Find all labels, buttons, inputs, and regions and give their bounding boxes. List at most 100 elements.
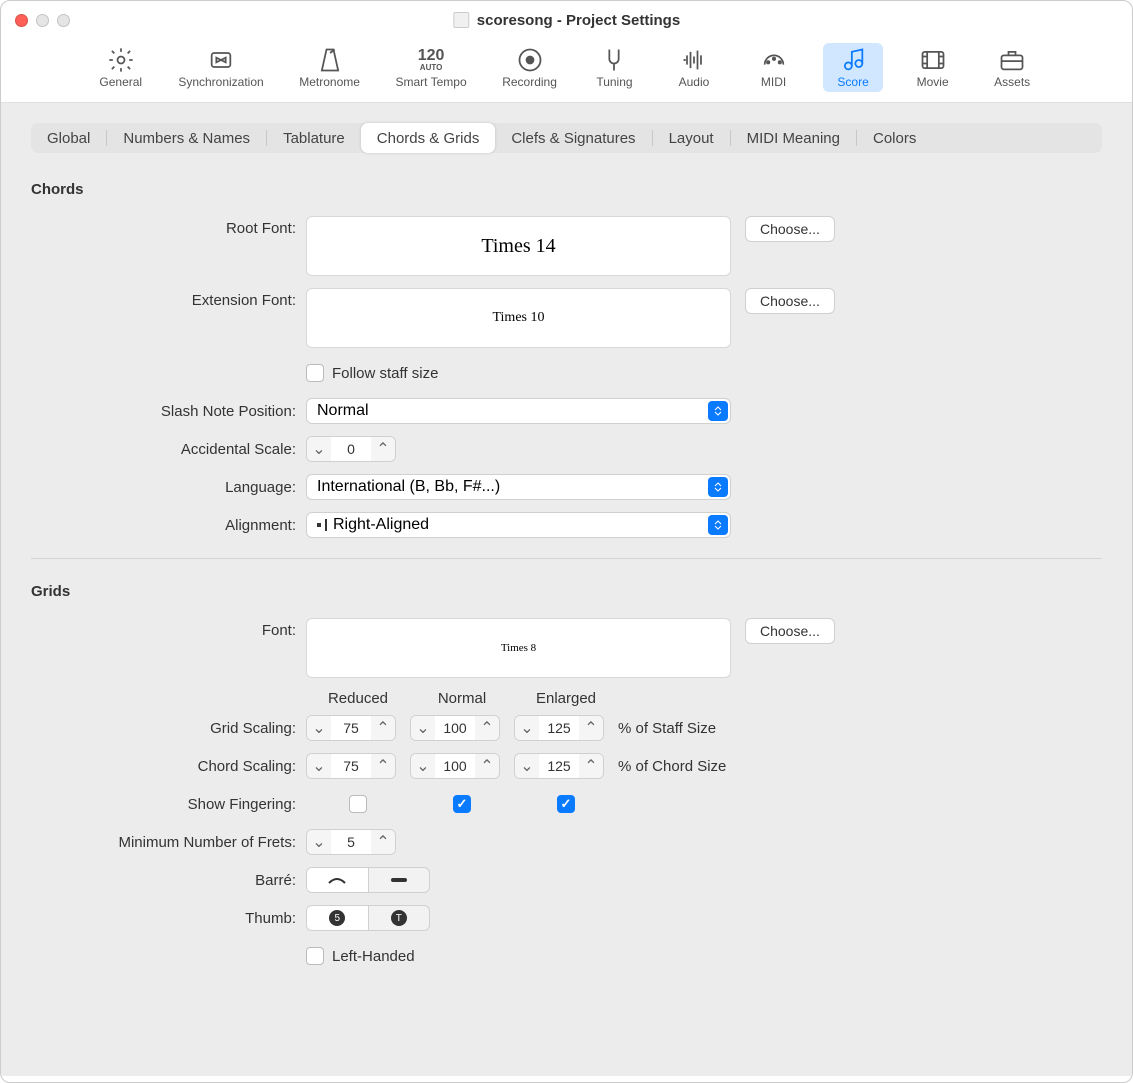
score-subtabs: Global Numbers & Names Tablature Chords … — [31, 123, 1102, 153]
dropdown-arrows-icon — [708, 515, 728, 535]
toolbar-audio[interactable]: Audio — [664, 43, 724, 92]
grids-section-title: Grids — [31, 583, 1102, 600]
zoom-window-button[interactable] — [57, 14, 70, 27]
barre-label: Barré: — [31, 872, 306, 889]
follow-staff-size-checkbox[interactable] — [306, 364, 324, 382]
show-fingering-reduced-checkbox[interactable] — [349, 795, 367, 813]
subtab-colors[interactable]: Colors — [857, 123, 932, 153]
show-fingering-enlarged-checkbox[interactable] — [557, 795, 575, 813]
root-font-choose-button[interactable]: Choose... — [745, 216, 835, 242]
waveform-icon — [680, 46, 708, 74]
titlebar: scoresong - Project Settings — [1, 1, 1132, 39]
close-window-button[interactable] — [15, 14, 28, 27]
barre-bar-option[interactable] — [369, 868, 430, 892]
minimize-window-button[interactable] — [36, 14, 49, 27]
thumb-5-option[interactable]: 5 — [307, 906, 369, 930]
grids-font-preview: Times 8 — [306, 618, 731, 678]
toolbar-metronome[interactable]: Metronome — [291, 43, 368, 92]
grids-font-label: Font: — [31, 618, 306, 639]
toolbar-recording[interactable]: Recording — [494, 43, 565, 92]
left-handed-checkbox[interactable] — [306, 947, 324, 965]
root-font-preview: Times 14 — [306, 216, 731, 276]
barre-segment[interactable] — [306, 867, 430, 893]
barre-arc-icon — [327, 875, 347, 885]
min-frets-stepper[interactable]: ⌄5⌃ — [306, 829, 396, 855]
alignment-select[interactable]: Right-Aligned — [306, 512, 731, 538]
subtab-layout[interactable]: Layout — [653, 123, 730, 153]
toolbar-midi[interactable]: MIDI — [744, 43, 804, 92]
score-icon — [839, 46, 867, 74]
show-fingering-normal-checkbox[interactable] — [453, 795, 471, 813]
midi-icon — [760, 46, 788, 74]
subtab-clefs-signatures[interactable]: Clefs & Signatures — [495, 123, 651, 153]
toolbar-smart-tempo[interactable]: 120 AUTO Smart Tempo — [388, 43, 475, 92]
barre-bar-icon — [389, 875, 409, 885]
record-icon — [516, 46, 544, 74]
grid-scaling-reduced-stepper[interactable]: ⌄75⌃ — [306, 715, 396, 741]
metronome-icon — [316, 46, 344, 74]
subtab-global[interactable]: Global — [31, 123, 106, 153]
thumb-label: Thumb: — [31, 910, 306, 927]
root-font-label: Root Font: — [31, 216, 306, 237]
alignment-label: Alignment: — [31, 517, 306, 534]
stepper-increment-icon[interactable]: ⌃ — [371, 437, 395, 461]
extension-font-choose-button[interactable]: Choose... — [745, 288, 835, 314]
grids-font-choose-button[interactable]: Choose... — [745, 618, 835, 644]
smart-tempo-icon: 120 AUTO — [417, 46, 445, 74]
min-frets-label: Minimum Number of Frets: — [31, 834, 306, 851]
toolbar-general[interactable]: General — [91, 43, 151, 92]
extension-font-preview: Times 10 — [306, 288, 731, 348]
window-title: scoresong - Project Settings — [477, 12, 680, 29]
thumb-segment[interactable]: 5 T — [306, 905, 430, 931]
chord-scaling-normal-stepper[interactable]: ⌄100⌃ — [410, 753, 500, 779]
sync-icon — [207, 46, 235, 74]
gear-icon — [107, 46, 135, 74]
movie-icon — [919, 46, 947, 74]
toolbar-movie[interactable]: Movie — [903, 43, 963, 92]
chords-section-title: Chords — [31, 181, 1102, 198]
slash-note-position-label: Slash Note Position: — [31, 403, 306, 420]
project-settings-window: scoresong - Project Settings General Syn… — [0, 0, 1133, 1083]
grid-scaling-normal-stepper[interactable]: ⌄100⌃ — [410, 715, 500, 741]
section-divider — [31, 558, 1102, 559]
grid-scaling-suffix: % of Staff Size — [618, 720, 716, 737]
toolbar-synchronization[interactable]: Synchronization — [170, 43, 271, 92]
dropdown-arrows-icon — [708, 477, 728, 497]
accidental-scale-stepper[interactable]: ⌄ 0 ⌃ — [306, 436, 396, 462]
chord-scaling-suffix: % of Chord Size — [618, 758, 726, 775]
traffic-lights — [15, 14, 70, 27]
window-title-wrap: scoresong - Project Settings — [453, 12, 680, 29]
subtab-chords-grids[interactable]: Chords & Grids — [361, 123, 496, 153]
toolbar-assets[interactable]: Assets — [982, 43, 1042, 92]
extension-font-label: Extension Font: — [31, 288, 306, 309]
right-align-icon — [317, 519, 327, 531]
document-icon — [453, 12, 469, 28]
subtab-midi-meaning[interactable]: MIDI Meaning — [731, 123, 856, 153]
chord-scaling-enlarged-stepper[interactable]: ⌄125⌃ — [514, 753, 604, 779]
accidental-scale-label: Accidental Scale: — [31, 441, 306, 458]
subtab-tablature[interactable]: Tablature — [267, 123, 361, 153]
toolbar-tuning[interactable]: Tuning — [584, 43, 644, 92]
grid-scaling-enlarged-stepper[interactable]: ⌄125⌃ — [514, 715, 604, 741]
briefcase-icon — [998, 46, 1026, 74]
toolbar: General Synchronization Metronome 120 AU… — [1, 39, 1132, 103]
toolbar-score[interactable]: Score — [823, 43, 883, 92]
barre-arc-option[interactable] — [307, 868, 369, 892]
dropdown-arrows-icon — [708, 401, 728, 421]
follow-staff-size-label: Follow staff size — [332, 365, 438, 382]
grid-scaling-label: Grid Scaling: — [31, 720, 306, 737]
slash-note-position-select[interactable]: Normal — [306, 398, 731, 424]
stepper-decrement-icon[interactable]: ⌄ — [307, 437, 331, 461]
tuning-fork-icon — [600, 46, 628, 74]
left-handed-label: Left-Handed — [332, 948, 415, 965]
thumb-t-option[interactable]: T — [369, 906, 430, 930]
content-area: Global Numbers & Names Tablature Chords … — [1, 103, 1132, 1076]
chord-scaling-reduced-stepper[interactable]: ⌄75⌃ — [306, 753, 396, 779]
language-label: Language: — [31, 479, 306, 496]
column-header-reduced: Reduced — [306, 690, 410, 707]
subtab-numbers-names[interactable]: Numbers & Names — [107, 123, 266, 153]
column-header-enlarged: Enlarged — [514, 690, 618, 707]
show-fingering-label: Show Fingering: — [31, 796, 306, 813]
column-header-normal: Normal — [410, 690, 514, 707]
language-select[interactable]: International (B, Bb, F#...) — [306, 474, 731, 500]
